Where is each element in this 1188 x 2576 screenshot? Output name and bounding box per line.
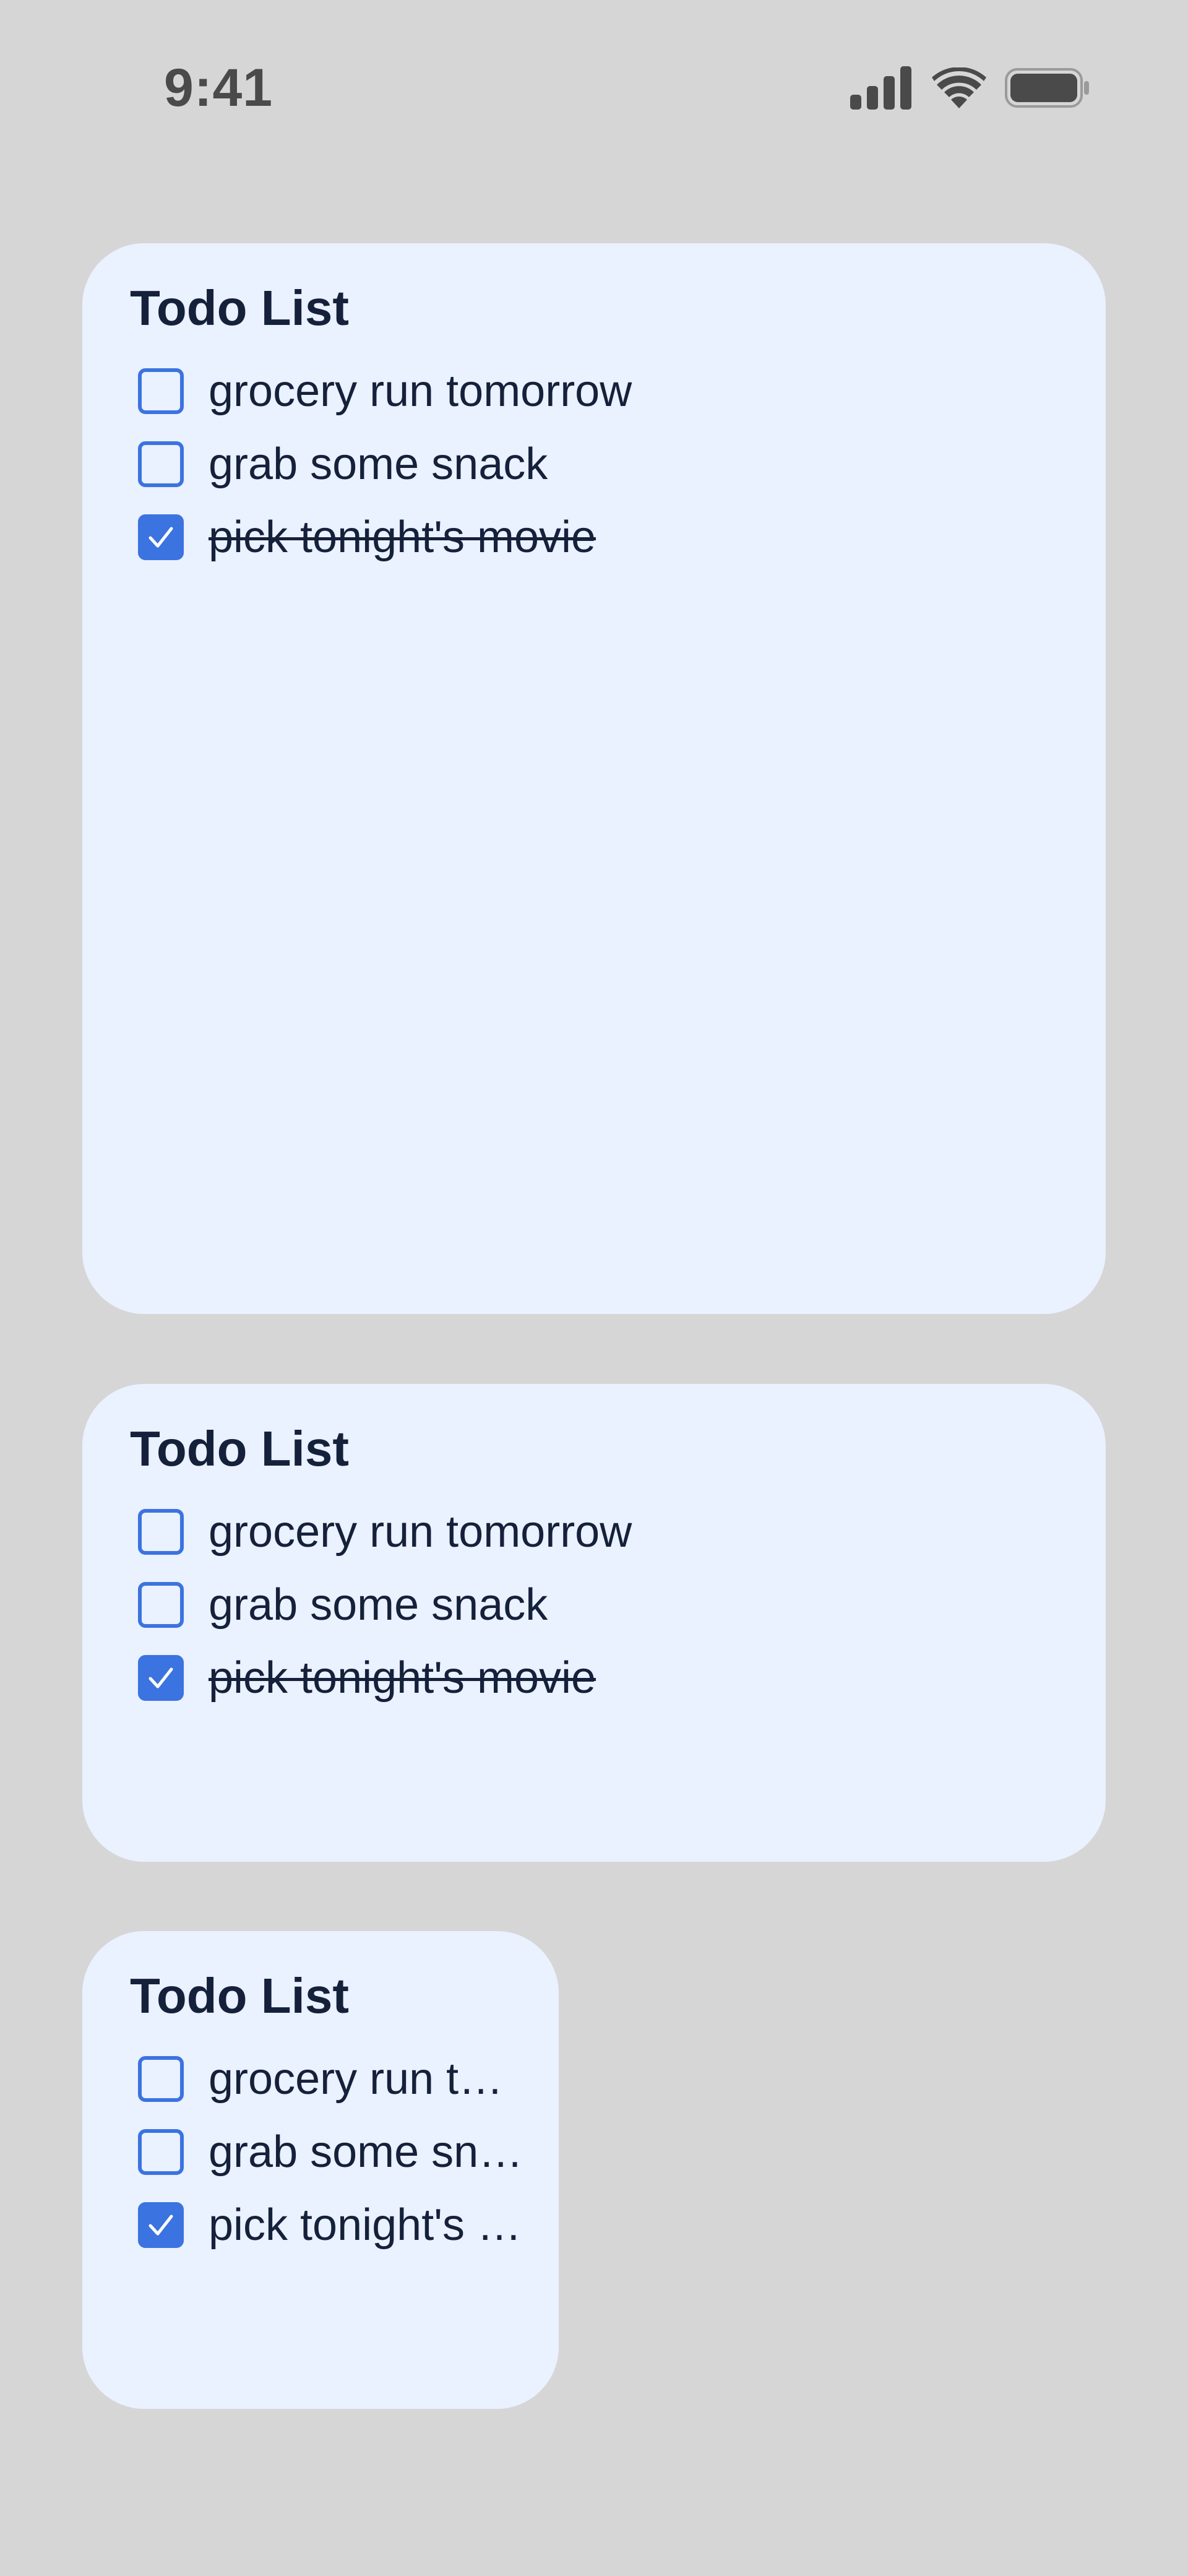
todo-item[interactable]: grocery run tomorrow <box>130 2042 559 2116</box>
todo-label-completed: pick tonight's movie <box>209 512 596 562</box>
status-time: 9:41 <box>164 58 273 118</box>
checkbox-checked[interactable] <box>138 1655 184 1701</box>
widget-title: Todo List <box>130 1421 349 1476</box>
todo-label-completed: pick tonight's movie <box>209 2200 524 2250</box>
checkbox-unchecked[interactable] <box>138 2129 184 2175</box>
checkmark-icon <box>148 2215 173 2236</box>
todo-item[interactable]: grocery run tomorrow <box>130 1495 1106 1568</box>
todo-item[interactable]: pick tonight's movie <box>130 501 1106 574</box>
signal-icon <box>850 66 911 110</box>
wifi-icon <box>932 67 986 108</box>
checkmark-icon <box>148 1667 173 1688</box>
widget-title: Todo List <box>130 1968 349 2023</box>
checkbox-unchecked[interactable] <box>138 1582 184 1628</box>
todo-widget-large[interactable]: Todo List grocery run tomorrow grab some… <box>82 243 1106 1314</box>
todo-item[interactable]: grocery run tomorrow <box>130 355 1106 428</box>
todo-label: grocery run tomorrow <box>209 2054 524 2104</box>
battery-icon <box>1005 68 1089 108</box>
todo-item[interactable]: pick tonight's movie <box>130 1641 1106 1714</box>
todo-label-completed: pick tonight's movie <box>209 1653 596 1703</box>
todo-label: grocery run tomorrow <box>209 366 632 416</box>
checkmark-icon <box>148 527 173 548</box>
todo-item[interactable]: grab some snack <box>130 428 1106 501</box>
todo-label: grab some snack <box>209 1580 548 1630</box>
todo-item[interactable]: grab some snack <box>130 1568 1106 1641</box>
todo-list: grocery run tomorrow grab some snack pic… <box>130 1495 1106 1714</box>
checkbox-unchecked[interactable] <box>138 2056 184 2102</box>
todo-label: grab some snack <box>209 439 548 489</box>
checkbox-unchecked[interactable] <box>138 368 184 414</box>
todo-widget-small[interactable]: Todo List grocery run tomorrow grab some… <box>82 1931 559 2409</box>
checkbox-checked[interactable] <box>138 514 184 560</box>
todo-widget-medium[interactable]: Todo List grocery run tomorrow grab some… <box>82 1384 1106 1862</box>
status-icons <box>850 65 1090 111</box>
checkbox-unchecked[interactable] <box>138 1509 184 1555</box>
todo-item[interactable]: grab some snack <box>130 2116 559 2189</box>
todo-list: grocery run tomorrow grab some snack pic… <box>130 355 1106 574</box>
todo-list: grocery run tomorrow grab some snack pic… <box>130 2042 559 2262</box>
todo-item[interactable]: pick tonight's movie <box>130 2189 559 2262</box>
todo-label: grocery run tomorrow <box>209 1507 632 1557</box>
widget-title: Todo List <box>130 280 349 335</box>
todo-label: grab some snack <box>209 2127 524 2177</box>
checkbox-checked[interactable] <box>138 2202 184 2248</box>
checkbox-unchecked[interactable] <box>138 441 184 487</box>
